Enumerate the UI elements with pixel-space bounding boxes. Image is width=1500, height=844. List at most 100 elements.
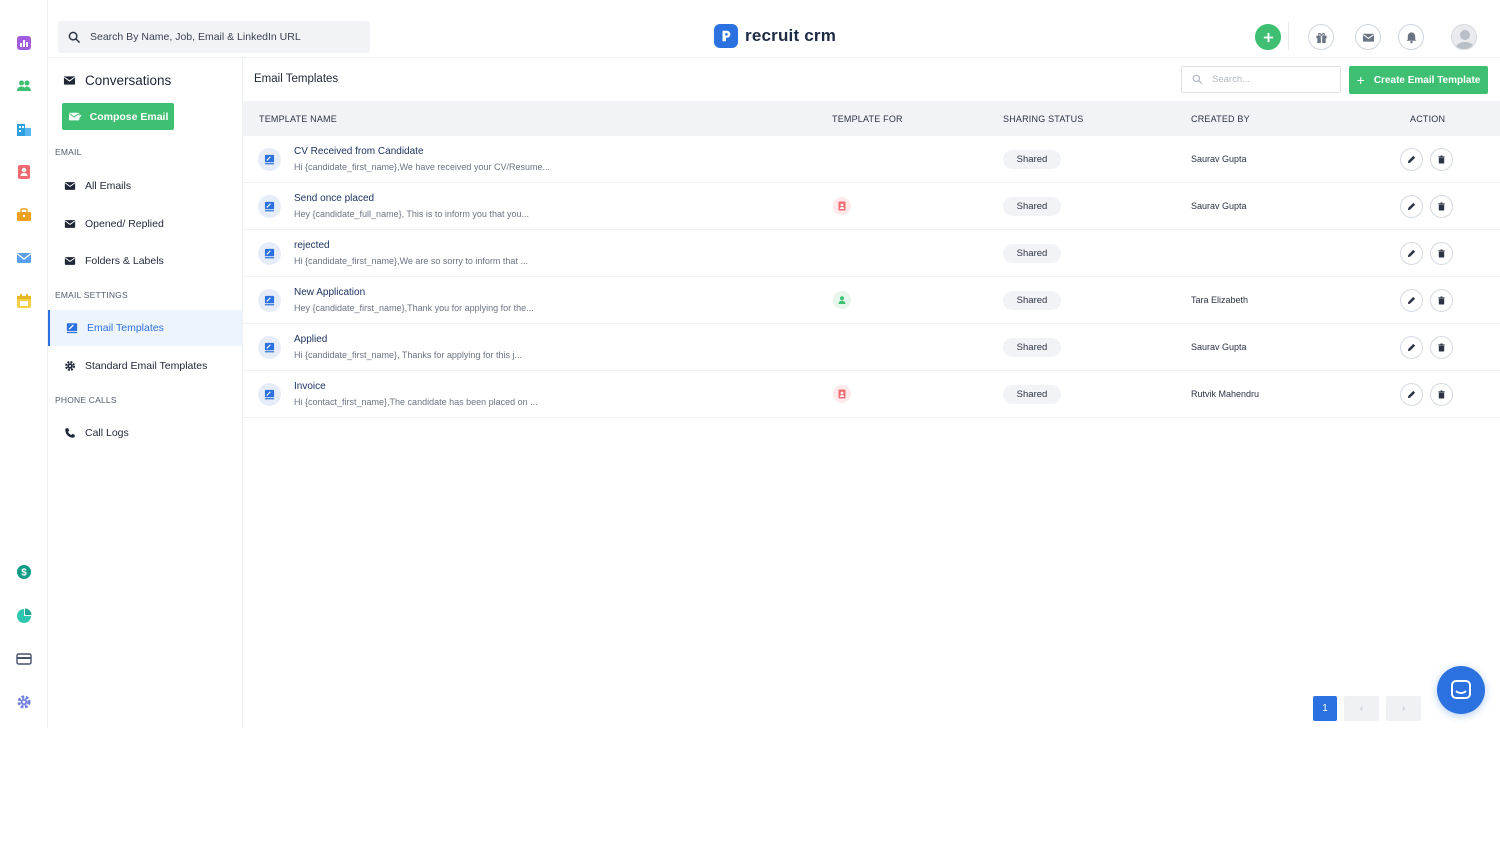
contact-icon	[833, 197, 851, 215]
sidebar-item-email-templates[interactable]: Email Templates	[48, 310, 242, 346]
column-created-by[interactable]: CREATED BY	[1191, 114, 1250, 124]
sidebar-item-label: Opened/ Replied	[85, 218, 164, 230]
compose-email-button[interactable]: Compose Email	[62, 103, 174, 130]
page-button-current[interactable]: 1	[1313, 696, 1337, 721]
template-icon	[258, 336, 281, 359]
sidebar-item-label: Email Templates	[87, 322, 164, 334]
column-template-name[interactable]: TEMPLATE NAME	[259, 114, 337, 124]
global-search[interactable]	[58, 21, 370, 53]
template-search-input[interactable]	[1212, 74, 1332, 85]
dashboard-icon[interactable]	[15, 34, 33, 52]
sidebar-item-opened-replied[interactable]: Opened/ Replied	[48, 206, 242, 242]
sharing-status-badge: Shared	[1003, 244, 1061, 263]
envelope-icon	[64, 182, 76, 190]
quick-add-button[interactable]	[1255, 24, 1281, 50]
column-sharing-status[interactable]: SHARING STATUS	[1003, 114, 1083, 124]
contacts-icon[interactable]	[15, 163, 33, 181]
prev-page-button[interactable]: ‹	[1344, 696, 1379, 721]
delete-button[interactable]	[1430, 336, 1453, 359]
pencil-icon	[1407, 249, 1416, 258]
chat-launcher-button[interactable]	[1437, 666, 1485, 714]
sharing-status-badge: Shared	[1003, 197, 1061, 216]
trash-icon	[1438, 155, 1445, 164]
template-preview: Hi {candidate_first_name},We have receiv…	[294, 162, 550, 172]
template-name[interactable]: Send once placed	[294, 193, 374, 204]
delete-button[interactable]	[1430, 383, 1453, 406]
calendar-icon[interactable]	[15, 292, 33, 310]
reports-icon[interactable]	[15, 607, 33, 625]
top-bar: recruit crm	[48, 0, 1500, 58]
pencil-icon	[1407, 343, 1416, 352]
gift-button[interactable]	[1308, 24, 1334, 50]
template-search[interactable]	[1181, 66, 1341, 93]
card-icon[interactable]	[15, 650, 33, 668]
delete-button[interactable]	[1430, 148, 1453, 171]
jobs-icon[interactable]	[15, 206, 33, 224]
email-icon[interactable]	[15, 249, 33, 267]
section-email: EMAIL	[55, 147, 82, 157]
chat-icon	[1451, 680, 1471, 699]
edit-button[interactable]	[1400, 336, 1423, 359]
table-row[interactable]: Invoice Hi {contact_first_name},The cand…	[243, 371, 1500, 418]
created-by: Saurav Gupta	[1191, 154, 1247, 164]
notifications-button[interactable]	[1398, 24, 1424, 50]
divider	[1288, 22, 1289, 50]
sidebar-item-label: Call Logs	[85, 427, 129, 439]
created-by: Saurav Gupta	[1191, 201, 1247, 211]
create-email-template-button[interactable]: + Create Email Template	[1349, 66, 1488, 94]
blank-area	[0, 728, 1500, 844]
delete-button[interactable]	[1430, 289, 1453, 312]
pencil-icon	[1407, 202, 1416, 211]
next-page-button[interactable]: ›	[1386, 696, 1421, 721]
template-icon	[258, 383, 281, 406]
table-row[interactable]: Send once placed Hey {candidate_full_nam…	[243, 183, 1500, 230]
sidebar-item-call-logs[interactable]: Call Logs	[48, 415, 242, 451]
column-template-for[interactable]: TEMPLATE FOR	[832, 114, 903, 124]
global-search-input[interactable]	[90, 31, 360, 43]
gear-icon	[65, 361, 75, 371]
avatar[interactable]	[1451, 24, 1477, 50]
template-name[interactable]: New Application	[294, 287, 365, 298]
sharing-status-badge: Shared	[1003, 150, 1061, 169]
table-header: TEMPLATE NAME TEMPLATE FOR SHARING STATU…	[243, 101, 1500, 136]
table-row[interactable]: CV Received from Candidate Hi {candidate…	[243, 136, 1500, 183]
template-icon	[258, 195, 281, 218]
template-preview: Hi {contact_first_name},The candidate ha…	[294, 397, 538, 407]
delete-button[interactable]	[1430, 195, 1453, 218]
delete-button[interactable]	[1430, 242, 1453, 265]
sidebar-item-standard-email-templates[interactable]: Standard Email Templates	[48, 348, 242, 384]
plus-icon: +	[1356, 72, 1365, 88]
edit-button[interactable]	[1400, 195, 1423, 218]
candidates-icon[interactable]	[15, 77, 33, 95]
template-name[interactable]: CV Received from Candidate	[294, 146, 424, 157]
main-panel: Email Templates + Create Email Template …	[243, 58, 1500, 728]
edit-button[interactable]	[1400, 289, 1423, 312]
column-action: ACTION	[1410, 114, 1446, 124]
companies-icon[interactable]	[15, 120, 33, 138]
edit-button[interactable]	[1400, 383, 1423, 406]
mail-button[interactable]	[1355, 24, 1381, 50]
settings-icon[interactable]	[15, 693, 33, 711]
search-icon	[1192, 74, 1203, 85]
template-name[interactable]: rejected	[294, 240, 330, 251]
sidebar-item-folders-labels[interactable]: Folders & Labels	[48, 243, 242, 279]
billing-icon[interactable]: $	[15, 563, 33, 581]
contact-icon	[833, 385, 851, 403]
template-name[interactable]: Invoice	[294, 381, 326, 392]
trash-icon	[1438, 249, 1445, 258]
trash-icon	[1438, 343, 1445, 352]
sidebar-item-label: All Emails	[85, 180, 132, 192]
mail-icon	[1362, 33, 1374, 42]
template-preview: Hi {candidate_first_name}, Thanks for ap…	[294, 350, 522, 360]
template-name[interactable]: Applied	[294, 334, 327, 345]
sidebar-item-all-emails[interactable]: All Emails	[48, 168, 242, 204]
table-row[interactable]: rejected Hi {candidate_first_name},We ar…	[243, 230, 1500, 277]
table-row[interactable]: Applied Hi {candidate_first_name}, Thank…	[243, 324, 1500, 371]
table-row[interactable]: New Application Hey {candidate_first_nam…	[243, 277, 1500, 324]
edit-button[interactable]	[1400, 242, 1423, 265]
create-email-template-label: Create Email Template	[1373, 74, 1481, 86]
template-preview: Hey {candidate_full_name}, This is to in…	[294, 209, 529, 219]
sharing-status-badge: Shared	[1003, 385, 1061, 404]
sidebar-title: Conversations	[63, 73, 171, 88]
edit-button[interactable]	[1400, 148, 1423, 171]
